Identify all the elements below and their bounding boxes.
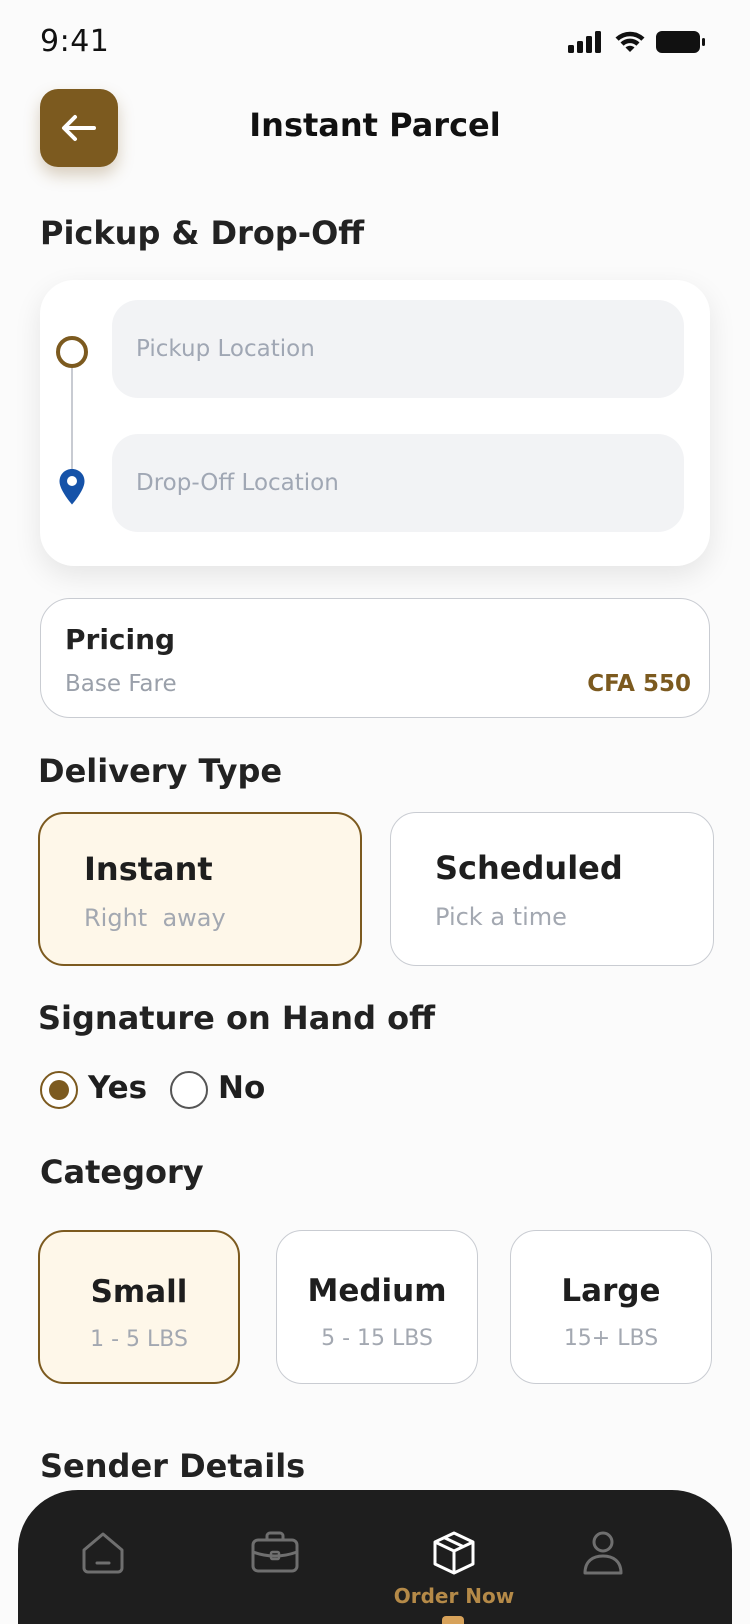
nav-order-now[interactable]: Order Now (384, 1530, 524, 1608)
battery-icon (656, 31, 705, 53)
category-option-large[interactable]: Large 15+ LBS (510, 1230, 712, 1384)
route-section-title: Pickup & Drop-Off (40, 214, 365, 252)
sender-details-title: Sender Details (40, 1447, 306, 1485)
category-option-title: Small (90, 1274, 188, 1310)
route-line (71, 368, 73, 478)
base-fare-value: CFA 550 (587, 671, 691, 697)
nav-profile[interactable] (582, 1530, 624, 1576)
pricing-card: Pricing Base Fare CFA 550 (40, 598, 710, 718)
signature-yes-radio[interactable] (40, 1071, 78, 1109)
category-option-title: Large (561, 1273, 661, 1309)
category-option-weight: 1 - 5 LBS (90, 1327, 188, 1352)
category-option-small[interactable]: Small 1 - 5 LBS (38, 1230, 240, 1384)
user-icon (583, 1531, 623, 1575)
base-fare-label: Base Fare (65, 671, 177, 697)
nav-order-now-label: Order Now (393, 1584, 515, 1608)
category-option-weight: 15+ LBS (563, 1326, 659, 1351)
location-pin-icon (59, 469, 85, 505)
pickup-location-input[interactable] (112, 300, 684, 398)
delivery-option-subtitle: Pick a time (435, 903, 567, 931)
cellular-signal-icon (568, 31, 601, 53)
category-option-title: Medium (307, 1273, 447, 1309)
delivery-option-title: Scheduled (435, 849, 623, 887)
signature-yes-label[interactable]: Yes (88, 1070, 147, 1106)
signature-no-label[interactable]: No (218, 1070, 265, 1106)
category-option-medium[interactable]: Medium 5 - 15 LBS (276, 1230, 478, 1384)
nav-briefcase[interactable] (250, 1530, 300, 1574)
delivery-option-scheduled[interactable]: Scheduled Pick a time (390, 812, 714, 966)
page-title: Instant Parcel (249, 106, 501, 144)
delivery-option-instant[interactable]: Instant Right away (38, 812, 362, 966)
route-card (40, 280, 710, 566)
delivery-type-title: Delivery Type (38, 752, 283, 790)
pricing-title: Pricing (65, 623, 176, 656)
bottom-nav: Order Now (18, 1490, 732, 1624)
dropoff-location-input[interactable] (112, 434, 684, 532)
briefcase-icon (251, 1531, 299, 1573)
delivery-option-subtitle: Right away (84, 904, 226, 932)
pickup-dot-icon (56, 336, 88, 368)
category-title: Category (40, 1153, 204, 1191)
signature-no-radio[interactable] (170, 1071, 208, 1109)
home-icon (82, 1532, 124, 1574)
status-time: 9:41 (40, 24, 110, 59)
nav-home[interactable] (80, 1530, 126, 1574)
delivery-option-title: Instant (84, 850, 213, 888)
signature-title: Signature on Hand off (38, 999, 436, 1037)
category-option-weight: 5 - 15 LBS (321, 1326, 433, 1351)
wifi-icon (615, 31, 645, 52)
package-icon (433, 1531, 475, 1575)
nav-active-indicator (442, 1616, 464, 1624)
status-icons (568, 30, 706, 54)
